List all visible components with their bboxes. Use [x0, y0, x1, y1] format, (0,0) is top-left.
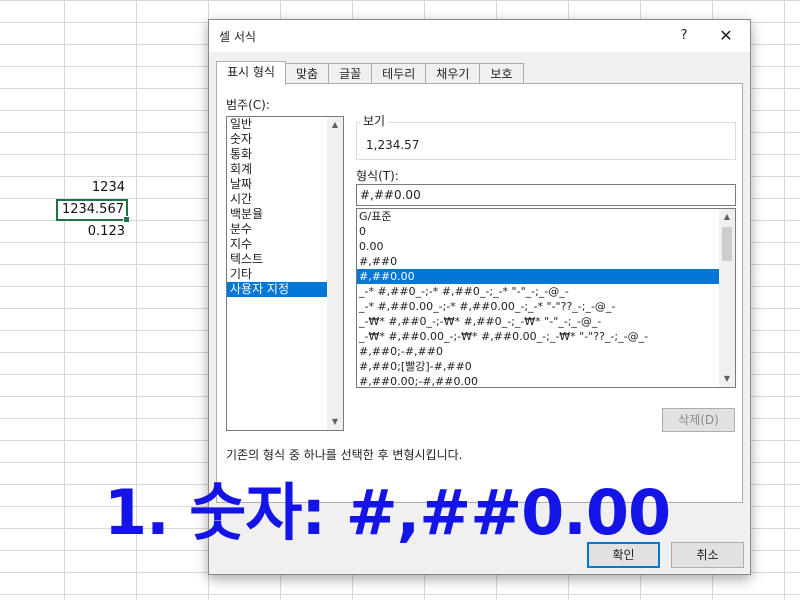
- dialog-title: 셀 서식: [219, 30, 256, 44]
- format-item[interactable]: #,##0.00;-#,##0.00: [357, 374, 735, 387]
- category-scrollbar[interactable]: ▲ ▼: [327, 117, 343, 430]
- category-item[interactable]: 백분율: [227, 207, 343, 222]
- category-item[interactable]: 일반: [227, 117, 343, 132]
- close-button[interactable]: ✕: [714, 26, 738, 46]
- cell-a2-selected[interactable]: 1234.567: [56, 199, 130, 223]
- format-item[interactable]: #,##0;[빨강]-#,##0: [357, 359, 735, 374]
- overlay-caption: 1. 숫자: #,##0.00: [104, 476, 671, 549]
- category-item[interactable]: 날짜: [227, 177, 343, 192]
- scroll-up-icon[interactable]: ▲: [719, 209, 735, 225]
- tab-font[interactable]: 글꼴: [328, 63, 373, 85]
- scroll-down-icon[interactable]: ▼: [719, 371, 735, 387]
- format-list[interactable]: G/표준 0 0.00 #,##0 #,##0.00 _-* #,##0_-;-…: [356, 208, 736, 388]
- format-item[interactable]: _-* #,##0.00_-;-* #,##0.00_-;_-* "-"??_-…: [357, 299, 735, 314]
- format-item-selected[interactable]: #,##0.00: [357, 269, 735, 284]
- format-item[interactable]: G/표준: [357, 209, 735, 224]
- format-description: 기존의 형식 중 하나를 선택한 후 변형시킵니다.: [226, 448, 463, 462]
- category-label: 범주(C):: [226, 98, 270, 112]
- delete-button[interactable]: 삭제(D): [662, 408, 735, 432]
- format-scrollbar[interactable]: ▲ ▼: [719, 209, 735, 387]
- number-tab-panel: 범주(C): 일반 숫자 통화 회계 날짜 시간 백분율 분수 지수 텍스트 기…: [216, 83, 743, 503]
- cell-a1[interactable]: 1234: [56, 177, 128, 199]
- tab-fill[interactable]: 채우기: [425, 63, 481, 85]
- type-input[interactable]: #,##0.00: [356, 184, 736, 206]
- category-item[interactable]: 지수: [227, 237, 343, 252]
- help-button[interactable]: ?: [674, 26, 694, 46]
- format-item[interactable]: _-* #,##0_-;-* #,##0_-;_-* "-"_-;_-@_-: [357, 284, 735, 299]
- tab-number[interactable]: 표시 형식: [216, 61, 286, 85]
- format-item[interactable]: _-₩* #,##0.00_-;-₩* #,##0.00_-;_-₩* "-"?…: [357, 329, 735, 344]
- scroll-up-icon[interactable]: ▲: [327, 117, 343, 133]
- tab-protection[interactable]: 보호: [479, 63, 524, 85]
- type-label: 형식(T):: [356, 169, 399, 183]
- cancel-button[interactable]: 취소: [671, 542, 744, 568]
- category-item[interactable]: 텍스트: [227, 252, 343, 267]
- format-item[interactable]: #,##0: [357, 254, 735, 269]
- sample-title: 보기: [360, 112, 389, 129]
- tab-strip: 표시 형식 맞춤 글꼴 테두리 채우기 보호: [216, 61, 524, 85]
- category-item-selected[interactable]: 사용자 지정: [227, 282, 343, 297]
- category-item[interactable]: 시간: [227, 192, 343, 207]
- sample-value: 1,234.57: [366, 138, 420, 152]
- category-list[interactable]: 일반 숫자 통화 회계 날짜 시간 백분율 분수 지수 텍스트 기타 사용자 지…: [226, 116, 344, 431]
- format-item[interactable]: 0.00: [357, 239, 735, 254]
- scroll-down-icon[interactable]: ▼: [327, 414, 343, 430]
- format-item[interactable]: 0: [357, 224, 735, 239]
- cell-a3[interactable]: 0.123: [56, 221, 128, 243]
- category-item[interactable]: 통화: [227, 147, 343, 162]
- tab-alignment[interactable]: 맞춤: [284, 63, 330, 85]
- format-item[interactable]: _-₩* #,##0_-;-₩* #,##0_-;_-₩* "-"_-;_-@_…: [357, 314, 735, 329]
- scroll-thumb[interactable]: [722, 227, 732, 261]
- category-item[interactable]: 회계: [227, 162, 343, 177]
- category-item[interactable]: 숫자: [227, 132, 343, 147]
- tab-border[interactable]: 테두리: [371, 63, 427, 85]
- category-item[interactable]: 기타: [227, 267, 343, 282]
- dialog-titlebar: 셀 서식 ? ✕: [209, 20, 750, 52]
- category-item[interactable]: 분수: [227, 222, 343, 237]
- format-item[interactable]: #,##0;-#,##0: [357, 344, 735, 359]
